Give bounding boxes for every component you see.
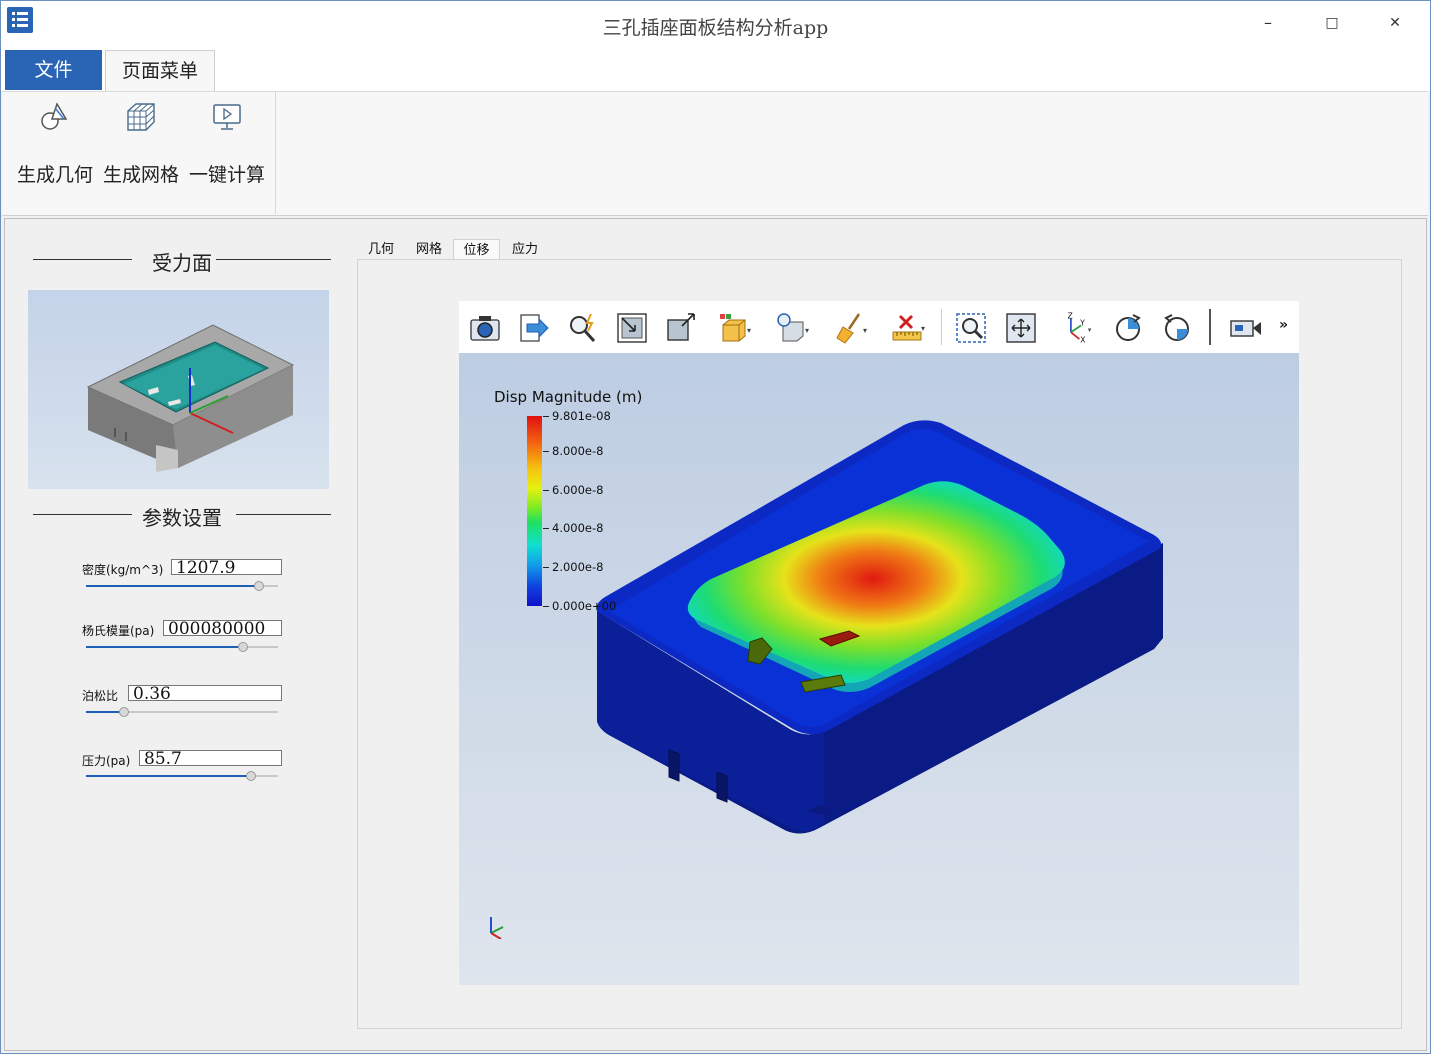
- window-title: 三孔插座面板结构分析app: [602, 17, 829, 39]
- legend-tick-label: 9.801e-08: [552, 409, 611, 423]
- model-preview-image: [86, 324, 295, 472]
- maximize-button[interactable]: □: [1312, 9, 1352, 37]
- render-view[interactable]: Disp Magnitude (m) 9.801e-08 8.000e-8 6.00…: [459, 353, 1299, 985]
- mesh-icon: [127, 103, 155, 131]
- pressure-input[interactable]: 85.7: [139, 750, 282, 766]
- density-label: 密度(kg/m^3): [82, 563, 164, 577]
- light-icon[interactable]: ▾: [775, 311, 809, 345]
- youngs-modulus-input[interactable]: 000080000: [163, 620, 282, 636]
- legend-title: Disp Magnitude (m): [494, 388, 643, 406]
- svg-text:▾: ▾: [805, 326, 809, 335]
- tab-page-menu[interactable]: 页面菜单: [105, 50, 215, 91]
- ribbon-separator: [275, 92, 276, 214]
- density-input[interactable]: 1207.9: [171, 559, 282, 575]
- zoom-box-icon[interactable]: [664, 311, 698, 345]
- compute-icon: [213, 104, 241, 130]
- legend-tick-label: 6.000e-8: [552, 482, 604, 497]
- legend-tick-label: 8.000e-8: [552, 443, 604, 458]
- pressure-label: 压力(pa): [82, 754, 131, 768]
- divider: [236, 514, 331, 515]
- legend-tick-mark: [543, 416, 549, 417]
- orientation-axes-icon: [490, 917, 504, 939]
- params-title: 参数设置: [142, 506, 222, 530]
- svg-text:▾: ▾: [1088, 326, 1092, 334]
- tab-stress[interactable]: 应力: [507, 239, 543, 260]
- generate-geometry-label: 生成几何: [16, 164, 93, 186]
- slider-knob[interactable]: [246, 771, 257, 781]
- youngs-modulus-slider[interactable]: [86, 642, 278, 652]
- 3d-viewer: ▾ ▾ ▾ ▾ Z Y X ▾ » Disp Magnitude (m) 9.8…: [459, 301, 1299, 985]
- tab-displacement[interactable]: 位移: [453, 239, 500, 260]
- ribbon-panel: 生成几何 生成网格 一键计算: [2, 91, 1428, 216]
- force-face-title: 受力面: [152, 251, 212, 275]
- ribbon-tab-bar: 文件 页面菜单: [1, 49, 1430, 91]
- legend-tick-label: 0.000e+00: [552, 599, 617, 613]
- force-face-header: 受力面: [31, 247, 333, 275]
- axis-z-label: Z: [1068, 312, 1073, 321]
- zoom-window-icon[interactable]: [954, 311, 988, 345]
- slider-knob[interactable]: [253, 581, 264, 591]
- legend-colorbar: [527, 416, 542, 606]
- axis-y-label: Y: [1079, 318, 1085, 327]
- more-icon[interactable]: »: [1279, 317, 1293, 337]
- divider: [216, 259, 331, 260]
- legend-tick-label: 4.000e-8: [552, 521, 604, 536]
- fit-all-icon[interactable]: [1004, 311, 1038, 345]
- generate-mesh-button[interactable]: 生成网格: [98, 94, 184, 204]
- rotate-ccw-icon[interactable]: [1160, 311, 1194, 345]
- force-face-preview: [28, 290, 329, 489]
- tab-mesh[interactable]: 网格: [411, 239, 447, 260]
- video-icon[interactable]: [1229, 311, 1263, 345]
- axes-icon[interactable]: Z Y X ▾: [1059, 311, 1093, 345]
- legend-tick-mark: [543, 567, 549, 569]
- legend-tick-label: 2.000e-8: [552, 560, 604, 575]
- legend-tick-mark: [543, 450, 549, 452]
- poisson-ratio-slider[interactable]: [86, 707, 278, 717]
- params-header: 参数设置: [31, 502, 333, 530]
- camera-icon[interactable]: [468, 311, 502, 345]
- rotate-cw-icon[interactable]: [1111, 311, 1145, 345]
- tab-file[interactable]: 文件: [5, 50, 102, 90]
- tab-geometry[interactable]: 几何: [363, 239, 399, 260]
- export-icon[interactable]: [517, 311, 551, 345]
- svg-text:▾: ▾: [863, 326, 867, 335]
- viewer-toolbar: ▾ ▾ ▾ ▾ Z Y X ▾ »: [459, 301, 1299, 353]
- legend-tick-mark: [543, 489, 549, 491]
- poisson-ratio-label: 泊松比: [82, 689, 119, 703]
- close-button[interactable]: ✕: [1375, 9, 1415, 37]
- reset-view-icon[interactable]: [615, 311, 649, 345]
- one-click-compute-label: 一键计算: [188, 164, 265, 186]
- display-mode-icon[interactable]: ▾: [717, 311, 751, 345]
- one-click-compute-button[interactable]: 一键计算: [184, 94, 270, 204]
- svg-text:▾: ▾: [921, 324, 925, 333]
- measure-icon[interactable]: ▾: [891, 311, 925, 345]
- density-slider[interactable]: [86, 581, 278, 591]
- generate-geometry-button[interactable]: 生成几何: [12, 94, 98, 204]
- svg-text:▾: ▾: [747, 326, 751, 335]
- toolbar-separator: [1209, 309, 1211, 345]
- legend-tick-mark: [543, 606, 549, 607]
- toolbar-separator: [941, 309, 942, 345]
- geometry-icon: [41, 102, 68, 130]
- app-window: 三孔插座面板结构分析app – □ ✕ 文件 页面菜单 生成几何 生成网格 一键…: [0, 0, 1431, 1054]
- zoom-pick-icon[interactable]: [566, 311, 600, 345]
- legend-tick-mark: [543, 528, 549, 530]
- clear-icon[interactable]: ▾: [833, 311, 867, 345]
- slider-fill: [86, 585, 259, 587]
- poisson-ratio-input[interactable]: 0.36: [128, 685, 282, 701]
- main-area: 受力面 参数设置 密度(kg/m^3) 1207.9 杨氏模量(pa) 0000…: [4, 218, 1427, 1051]
- slider-knob[interactable]: [119, 707, 130, 717]
- generate-mesh-label: 生成网格: [102, 164, 179, 186]
- slider-fill: [86, 775, 252, 777]
- pressure-slider[interactable]: [86, 771, 278, 781]
- axis-x-label: X: [1080, 335, 1085, 344]
- title-bar: 三孔插座面板结构分析app – □ ✕: [1, 1, 1430, 49]
- slider-fill: [86, 646, 244, 648]
- youngs-modulus-label: 杨氏模量(pa): [82, 624, 155, 638]
- view-panel: ▾ ▾ ▾ ▾ Z Y X ▾ » Disp Magnitude (m) 9.8…: [357, 259, 1402, 1029]
- slider-knob[interactable]: [238, 642, 249, 652]
- minimize-button[interactable]: –: [1248, 9, 1288, 37]
